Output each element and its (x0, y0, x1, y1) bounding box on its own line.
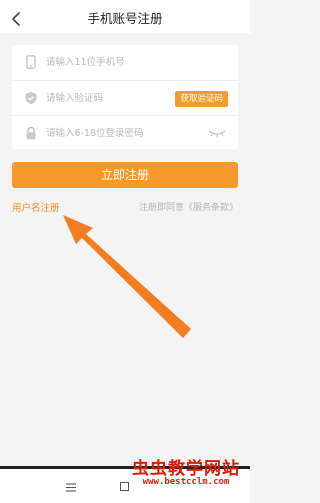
chevron-left-icon (12, 12, 20, 26)
lock-icon (26, 126, 36, 140)
phone-input[interactable] (46, 53, 176, 71)
get-code-button[interactable]: 获取验证码 (175, 91, 228, 107)
shield-icon (25, 92, 37, 105)
eye-closed-icon[interactable] (208, 127, 226, 139)
username-register-link[interactable]: 用户名注册 (12, 200, 60, 214)
password-input[interactable] (46, 124, 176, 142)
phone-row (12, 45, 238, 79)
page-title: 手机账号注册 (87, 11, 163, 26)
verification-code-input[interactable] (46, 89, 146, 107)
navigation-bar: 手机账号注册 (0, 4, 250, 35)
watermark-url: www.bestcclm.com (142, 477, 230, 487)
menu-icon[interactable] (66, 483, 76, 492)
code-row: 获取验证码 (12, 80, 238, 115)
terms-agreement-link[interactable]: 注册即同意《服务条款》 (139, 200, 238, 213)
password-row (12, 115, 238, 150)
back-button[interactable] (6, 6, 30, 32)
phone-icon (26, 55, 36, 69)
register-button[interactable]: 立即注册 (12, 162, 238, 188)
register-form: 获取验证码 (12, 45, 238, 149)
watermark-title: 虫虫教学网站 (132, 459, 240, 479)
